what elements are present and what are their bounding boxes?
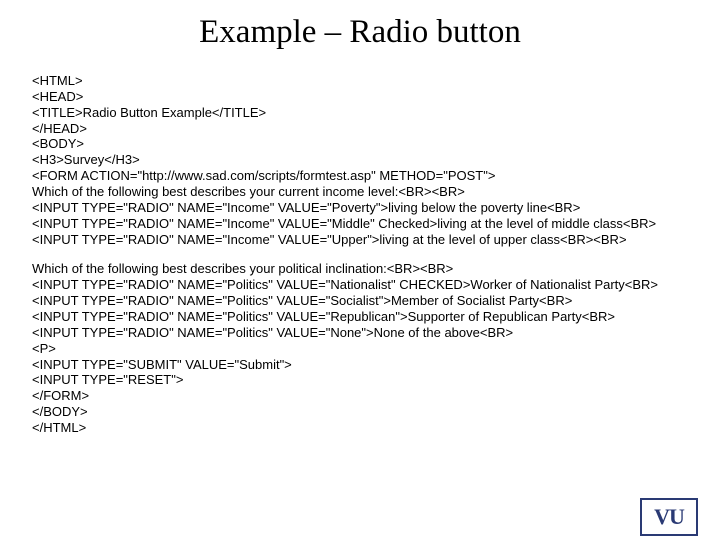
slide-title: Example – Radio button — [0, 14, 720, 51]
code-line: <BODY> — [32, 136, 692, 152]
code-line: </HEAD> — [32, 121, 692, 137]
code-line: <H3>Survey</H3> — [32, 152, 692, 168]
code-line: <INPUT TYPE="RADIO" NAME="Income" VALUE=… — [32, 200, 692, 216]
code-line: Which of the following best describes yo… — [32, 261, 692, 277]
code-line: <HEAD> — [32, 89, 692, 105]
code-line: <INPUT TYPE="RADIO" NAME="Income" VALUE=… — [32, 216, 692, 232]
code-line: <INPUT TYPE="RADIO" NAME="Politics" VALU… — [32, 277, 692, 293]
code-line: <INPUT TYPE="RADIO" NAME="Politics" VALU… — [32, 293, 692, 309]
code-line: </BODY> — [32, 404, 692, 420]
code-line: <INPUT TYPE="RADIO" NAME="Income" VALUE=… — [32, 232, 692, 248]
code-line: <HTML> — [32, 73, 692, 89]
code-line: </HTML> — [32, 420, 692, 436]
code-line: <INPUT TYPE="RADIO" NAME="Politics" VALU… — [32, 309, 692, 325]
code-line: Which of the following best describes yo… — [32, 184, 692, 200]
vu-logo: VU — [640, 498, 698, 536]
code-line: <FORM ACTION="http://www.sad.com/scripts… — [32, 168, 692, 184]
code-line: <P> — [32, 341, 692, 357]
code-example-block: <HTML> <HEAD> <TITLE>Radio Button Exampl… — [32, 73, 692, 436]
code-line: <INPUT TYPE="RADIO" NAME="Politics" VALU… — [32, 325, 692, 341]
code-line: <INPUT TYPE="SUBMIT" VALUE="Submit"> — [32, 357, 692, 373]
code-line: <INPUT TYPE="RESET"> — [32, 372, 692, 388]
code-line: <TITLE>Radio Button Example</TITLE> — [32, 105, 692, 121]
code-line: </FORM> — [32, 388, 692, 404]
vu-logo-text: VU — [654, 504, 684, 530]
